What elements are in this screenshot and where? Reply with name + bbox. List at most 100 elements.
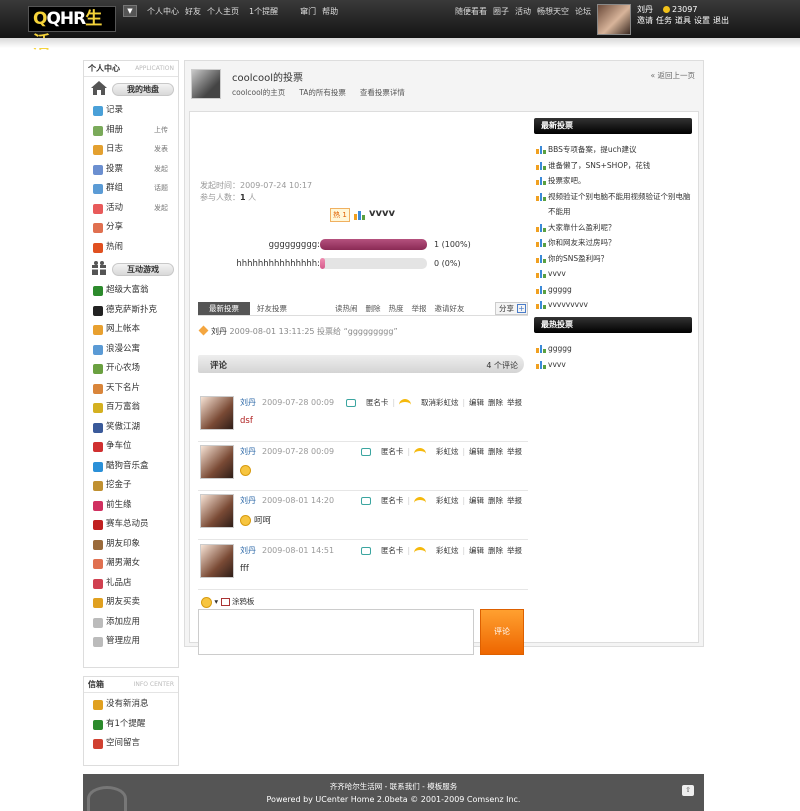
sidebar-item[interactable]: 群组 话题 [84, 179, 178, 199]
edit-link[interactable]: 编辑 [469, 546, 484, 555]
rainbow-link[interactable]: 彩虹炫 [436, 496, 459, 505]
commenter-name[interactable]: 刘丹 [240, 447, 256, 456]
emoji-picker-icon[interactable] [201, 596, 212, 608]
nav-link[interactable]: 1个提醒 [249, 7, 278, 16]
sidebar-item[interactable]: 活动 发起 [84, 199, 178, 219]
report-link[interactable]: 举报 [507, 447, 522, 456]
sidebar-item[interactable]: 网上帐本 [84, 320, 178, 340]
anonymous-card-link[interactable]: 匿名卡 [381, 447, 404, 456]
sidebar-item[interactable]: 日志 发表 [84, 140, 178, 160]
sidebar-item[interactable]: 开心农场 [84, 359, 178, 379]
poll-link[interactable]: 投票家吧。 [548, 176, 586, 185]
poll-link[interactable]: ggggg [548, 285, 572, 294]
poll-link[interactable]: 你的SNS盈利吗？ [548, 254, 608, 263]
sidebar-group-games[interactable]: 互动游戏 [88, 259, 174, 279]
commenter-avatar[interactable] [200, 544, 234, 578]
poll-list-item[interactable]: ggggg [534, 341, 692, 357]
poll-link[interactable]: vvvvvvvvv [548, 300, 588, 309]
poll-list-item[interactable]: BBS专项备案，提uch建议 [534, 142, 692, 158]
sidebar-item[interactable]: 笑傲江湖 [84, 418, 178, 438]
submit-comment-button[interactable]: 评论 [480, 609, 524, 655]
sidebar-item[interactable]: 管理应用 [84, 632, 178, 652]
poll-action-link[interactable]: 删除 [366, 304, 381, 313]
sidebar-item-action[interactable]: 发表 [154, 140, 168, 159]
sidebar-item[interactable]: 有1个提醒 [84, 715, 178, 735]
sidebar-item[interactable]: 天下名片 [84, 379, 178, 399]
back-link[interactable]: « 返回上一页 [651, 70, 695, 81]
commenter-avatar[interactable] [200, 445, 234, 479]
nav-link[interactable]: 圈子 [493, 7, 509, 16]
sidebar-item[interactable]: 礼品店 [84, 574, 178, 594]
poll-list-item[interactable]: 视频验证个别电脑不能用视频验证个别电脑不能用 [534, 189, 692, 220]
poll-link[interactable]: 视频验证个别电脑不能用视频验证个别电脑不能用 [548, 192, 691, 217]
user-link[interactable]: 退出 [713, 16, 729, 25]
poll-link[interactable]: 大家靠什么盈利呢？ [548, 223, 616, 232]
poll-list-item[interactable]: 你的SNS盈利吗？ [534, 251, 692, 267]
poll-link[interactable]: BBS专项备案，提uch建议 [548, 145, 637, 154]
poll-action-link[interactable]: 邀请好友 [435, 304, 465, 313]
sidebar-item[interactable]: 相册 上传 [84, 121, 178, 141]
sidebar-item[interactable]: 空间留言 [84, 734, 178, 754]
username[interactable]: 刘丹 [637, 5, 653, 14]
sidebar-item[interactable]: 德克萨斯扑克 [84, 301, 178, 321]
breadcrumb-link[interactable]: coolcool的主页 [232, 88, 285, 97]
sidebar-item[interactable]: 添加应用 [84, 613, 178, 633]
poll-link[interactable]: 谁备懒了，SNS+SHOP，花钱 [548, 161, 650, 170]
sidebar-item[interactable]: 朋友印象 [84, 535, 178, 555]
sidebar-item[interactable]: 酷狗音乐盒 [84, 457, 178, 477]
scribble-link[interactable]: 涂鸦板 [232, 597, 255, 606]
edit-link[interactable]: 编辑 [469, 398, 484, 407]
sidebar-item-action[interactable]: 发起 [154, 199, 168, 218]
poll-list-item[interactable]: 大家靠什么盈利呢？ [534, 220, 692, 236]
nav-link[interactable]: 帮助 [322, 7, 338, 16]
nav-link[interactable]: 活动 [515, 7, 531, 16]
sidebar-item[interactable]: 挖金子 [84, 476, 178, 496]
commenter-avatar[interactable] [200, 396, 234, 430]
sidebar-item-action[interactable]: 发起 [154, 160, 168, 179]
feed-user[interactable]: 刘丹 [211, 327, 227, 336]
app-dropdown-button[interactable]: ▼ [123, 5, 137, 17]
sidebar-item[interactable]: 超级大富翁 [84, 281, 178, 301]
breadcrumb-link[interactable]: 查看投票详情 [360, 88, 405, 97]
nav-link[interactable]: 论坛 [575, 7, 591, 16]
share-button[interactable]: 分享 + [495, 302, 528, 315]
comment-textarea[interactable] [198, 609, 474, 655]
anonymous-card-link[interactable]: 匿名卡 [381, 546, 404, 555]
sidebar-item[interactable]: 赛车总动员 [84, 515, 178, 535]
user-link[interactable]: 设置 [694, 16, 710, 25]
commenter-name[interactable]: 刘丹 [240, 546, 256, 555]
nav-link[interactable]: 个人中心 [147, 7, 179, 16]
commenter-name[interactable]: 刘丹 [240, 398, 256, 407]
sidebar-item[interactable]: 分享 [84, 218, 178, 238]
tab-friend-polls[interactable]: 好友投票 [257, 303, 287, 314]
sidebar-item[interactable]: 前生缘 [84, 496, 178, 516]
poll-link[interactable]: vvvv [548, 360, 566, 369]
poll-list-item[interactable]: 你和网友来过房吗？ [534, 235, 692, 251]
sidebar-item[interactable]: 百万富翁 [84, 398, 178, 418]
user-avatar[interactable] [597, 4, 631, 35]
delete-link[interactable]: 删除 [488, 398, 503, 407]
anonymous-card-link[interactable]: 匿名卡 [366, 398, 389, 407]
footer-links[interactable]: 齐齐哈尔生活网 - 联系我们 - 模板服务 [83, 781, 704, 792]
poll-action-link[interactable]: 读热闹 [335, 304, 358, 313]
edit-link[interactable]: 编辑 [469, 496, 484, 505]
scroll-top-button[interactable]: ⇧ [682, 785, 694, 796]
sidebar-item[interactable]: 浪漫公寓 [84, 340, 178, 360]
sidebar-group-my-space[interactable]: 我的地盘 [88, 79, 174, 99]
report-link[interactable]: 举报 [507, 546, 522, 555]
breadcrumb-link[interactable]: TA的所有投票 [299, 88, 346, 97]
nav-link[interactable]: 好友 [185, 7, 201, 16]
sidebar-item[interactable]: 朋友买卖 [84, 593, 178, 613]
delete-link[interactable]: 删除 [488, 546, 503, 555]
commenter-name[interactable]: 刘丹 [240, 496, 256, 505]
nav-link[interactable]: 畅想天空 [537, 7, 569, 16]
rainbow-link[interactable]: 彩虹炫 [436, 546, 459, 555]
nav-link[interactable]: 随便看看 [455, 7, 487, 16]
rainbow-link[interactable]: 取消彩虹炫 [421, 398, 459, 407]
poll-action-link[interactable]: 热度 [389, 304, 404, 313]
poll-link[interactable]: vvvv [548, 269, 566, 278]
tab-latest-polls[interactable]: 最新投票 [198, 302, 250, 315]
user-link[interactable]: 任务 [656, 16, 672, 25]
poll-list-item[interactable]: vvvvvvvvv [534, 297, 692, 313]
sidebar-item-action[interactable]: 话题 [154, 179, 168, 198]
